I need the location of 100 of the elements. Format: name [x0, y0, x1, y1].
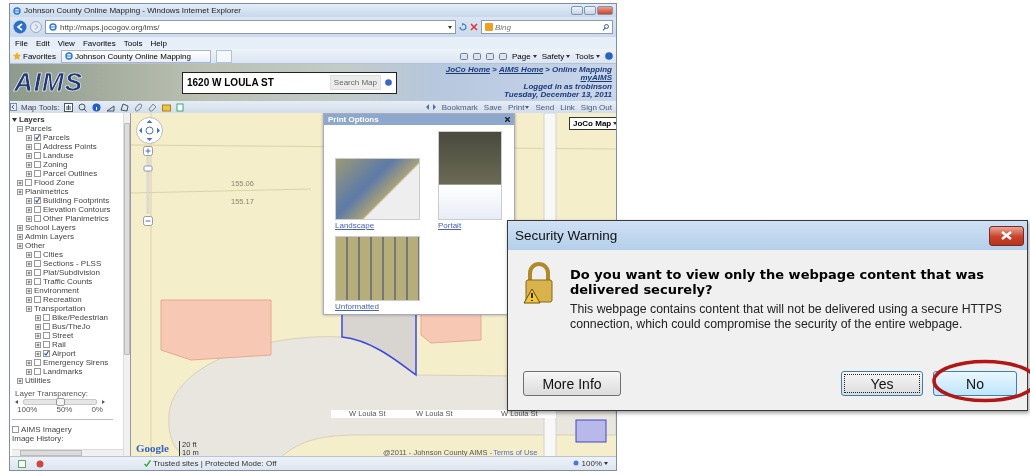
menu-item[interactable]: Tools	[123, 38, 143, 48]
arrows-icon[interactable]	[425, 104, 436, 110]
expand-icon[interactable]	[35, 323, 41, 330]
checkbox[interactable]	[34, 269, 41, 276]
zoom-slider[interactable]	[143, 146, 153, 226]
menu-item[interactable]: View	[57, 38, 75, 48]
checkbox[interactable]	[43, 350, 50, 357]
expand-icon[interactable]	[35, 332, 41, 339]
checkbox[interactable]	[34, 215, 41, 222]
layer-group[interactable]: Other	[25, 241, 45, 250]
back-button[interactable]	[13, 20, 27, 34]
stop-icon[interactable]	[470, 23, 478, 31]
toolbar-action[interactable]: Save	[483, 102, 503, 112]
search-map-button[interactable]: Search Map	[329, 75, 381, 90]
expand-icon[interactable]	[26, 206, 32, 213]
search-field[interactable]: Bing	[495, 21, 600, 33]
layer-group[interactable]: Planimetrics	[25, 187, 69, 196]
map-thumbnail[interactable]	[335, 236, 420, 301]
checkbox[interactable]	[34, 260, 41, 267]
scrollbar-thumb[interactable]	[20, 450, 82, 456]
zoom-level-button[interactable]: 100%	[572, 459, 608, 468]
close-button[interactable]	[989, 225, 1024, 246]
slider-thumb[interactable]	[56, 398, 65, 406]
checkbox[interactable]	[34, 368, 41, 375]
checkbox[interactable]	[34, 161, 41, 168]
polygon-icon[interactable]	[119, 102, 129, 112]
triangle-icon[interactable]	[12, 117, 17, 122]
collapse-icon[interactable]	[17, 125, 23, 132]
checkbox[interactable]	[34, 197, 41, 204]
expand-icon[interactable]	[26, 359, 32, 366]
search-icon[interactable]	[602, 23, 609, 31]
maximize-button[interactable]	[584, 6, 596, 15]
checkbox[interactable]	[34, 278, 41, 285]
transparency-slider[interactable]	[23, 399, 97, 405]
layer-group[interactable]: Utilities	[25, 376, 51, 385]
link-icon[interactable]	[133, 102, 143, 112]
refresh-icon[interactable]	[459, 23, 467, 31]
left-arrow-icon[interactable]	[15, 400, 18, 404]
expand-icon[interactable]	[26, 134, 32, 141]
checkbox[interactable]	[43, 341, 50, 348]
map-selector-button[interactable]: JoCo Map	[569, 117, 616, 130]
checkbox[interactable]	[12, 426, 19, 433]
checkbox[interactable]	[25, 179, 32, 186]
dialog-button[interactable]: No	[933, 371, 1017, 396]
expand-icon[interactable]	[17, 179, 23, 186]
command-menu[interactable]: Page	[511, 51, 537, 61]
command-menu[interactable]: Safety	[541, 51, 571, 61]
scrollbar-thumb[interactable]	[124, 123, 130, 355]
folder-icon[interactable]	[161, 102, 171, 112]
checkbox[interactable]	[43, 332, 50, 339]
export-icon[interactable]	[175, 102, 185, 112]
search-box[interactable]: 1620 W LOULA ST Search Map	[182, 71, 397, 94]
checkbox[interactable]	[34, 143, 41, 150]
print-layout-link[interactable]: Portait	[438, 221, 508, 230]
favorites-button[interactable]: Favorites	[13, 51, 56, 61]
toolbar-action[interactable]: Send	[535, 102, 555, 112]
expand-icon[interactable]	[26, 260, 32, 267]
expand-icon[interactable]	[26, 152, 32, 159]
expand-icon[interactable]	[26, 170, 32, 177]
menu-item[interactable]: Help	[150, 38, 167, 48]
layer-group[interactable]: Environment	[34, 286, 79, 295]
layer-group[interactable]: Transportation	[34, 304, 86, 313]
minimize-button[interactable]	[571, 6, 583, 15]
menu-item[interactable]: Edit	[35, 38, 50, 48]
expand-icon[interactable]	[17, 188, 23, 195]
expand-icon[interactable]	[26, 197, 32, 204]
expand-icon[interactable]	[35, 341, 41, 348]
toolbar-action[interactable]: Sign Out	[580, 102, 612, 112]
expand-icon[interactable]	[35, 314, 41, 321]
toolbar-action[interactable]: Link	[560, 102, 575, 112]
forward-button[interactable]	[30, 21, 42, 33]
checkbox[interactable]	[34, 206, 41, 213]
expand-icon[interactable]	[17, 233, 23, 240]
expand-icon[interactable]	[17, 242, 23, 249]
map-thumbnail[interactable]	[438, 131, 502, 220]
menu-item[interactable]: File	[15, 38, 28, 48]
command-menu[interactable]: Tools	[575, 51, 600, 61]
hand-icon[interactable]	[63, 102, 73, 112]
close-icon[interactable]	[505, 117, 510, 122]
layer-group[interactable]: Parcels	[25, 124, 52, 133]
checkbox[interactable]	[34, 134, 41, 141]
dropdown-icon[interactable]	[448, 25, 452, 29]
layer-group[interactable]: Admin Layers	[25, 232, 74, 241]
expand-icon[interactable]	[26, 269, 32, 276]
pan-control[interactable]	[136, 117, 163, 144]
expand-icon[interactable]	[26, 251, 32, 258]
account-link[interactable]: myAIMS	[580, 74, 612, 83]
checkbox[interactable]	[34, 359, 41, 366]
expand-icon[interactable]	[17, 224, 23, 231]
checkbox[interactable]	[34, 152, 41, 159]
layer-group[interactable]: School Layers	[25, 223, 76, 232]
expand-icon[interactable]	[26, 161, 32, 168]
right-arrow-icon[interactable]	[102, 400, 105, 404]
new-tab-button[interactable]	[215, 49, 232, 63]
eraser-icon[interactable]	[147, 102, 157, 112]
zoom-icon[interactable]	[77, 102, 87, 112]
browser-tab[interactable]: Johnson County Online Mapping	[60, 49, 211, 63]
toolbar-action[interactable]: Bookmark	[441, 102, 478, 112]
checkbox[interactable]	[34, 170, 41, 177]
expand-icon[interactable]	[26, 305, 32, 312]
